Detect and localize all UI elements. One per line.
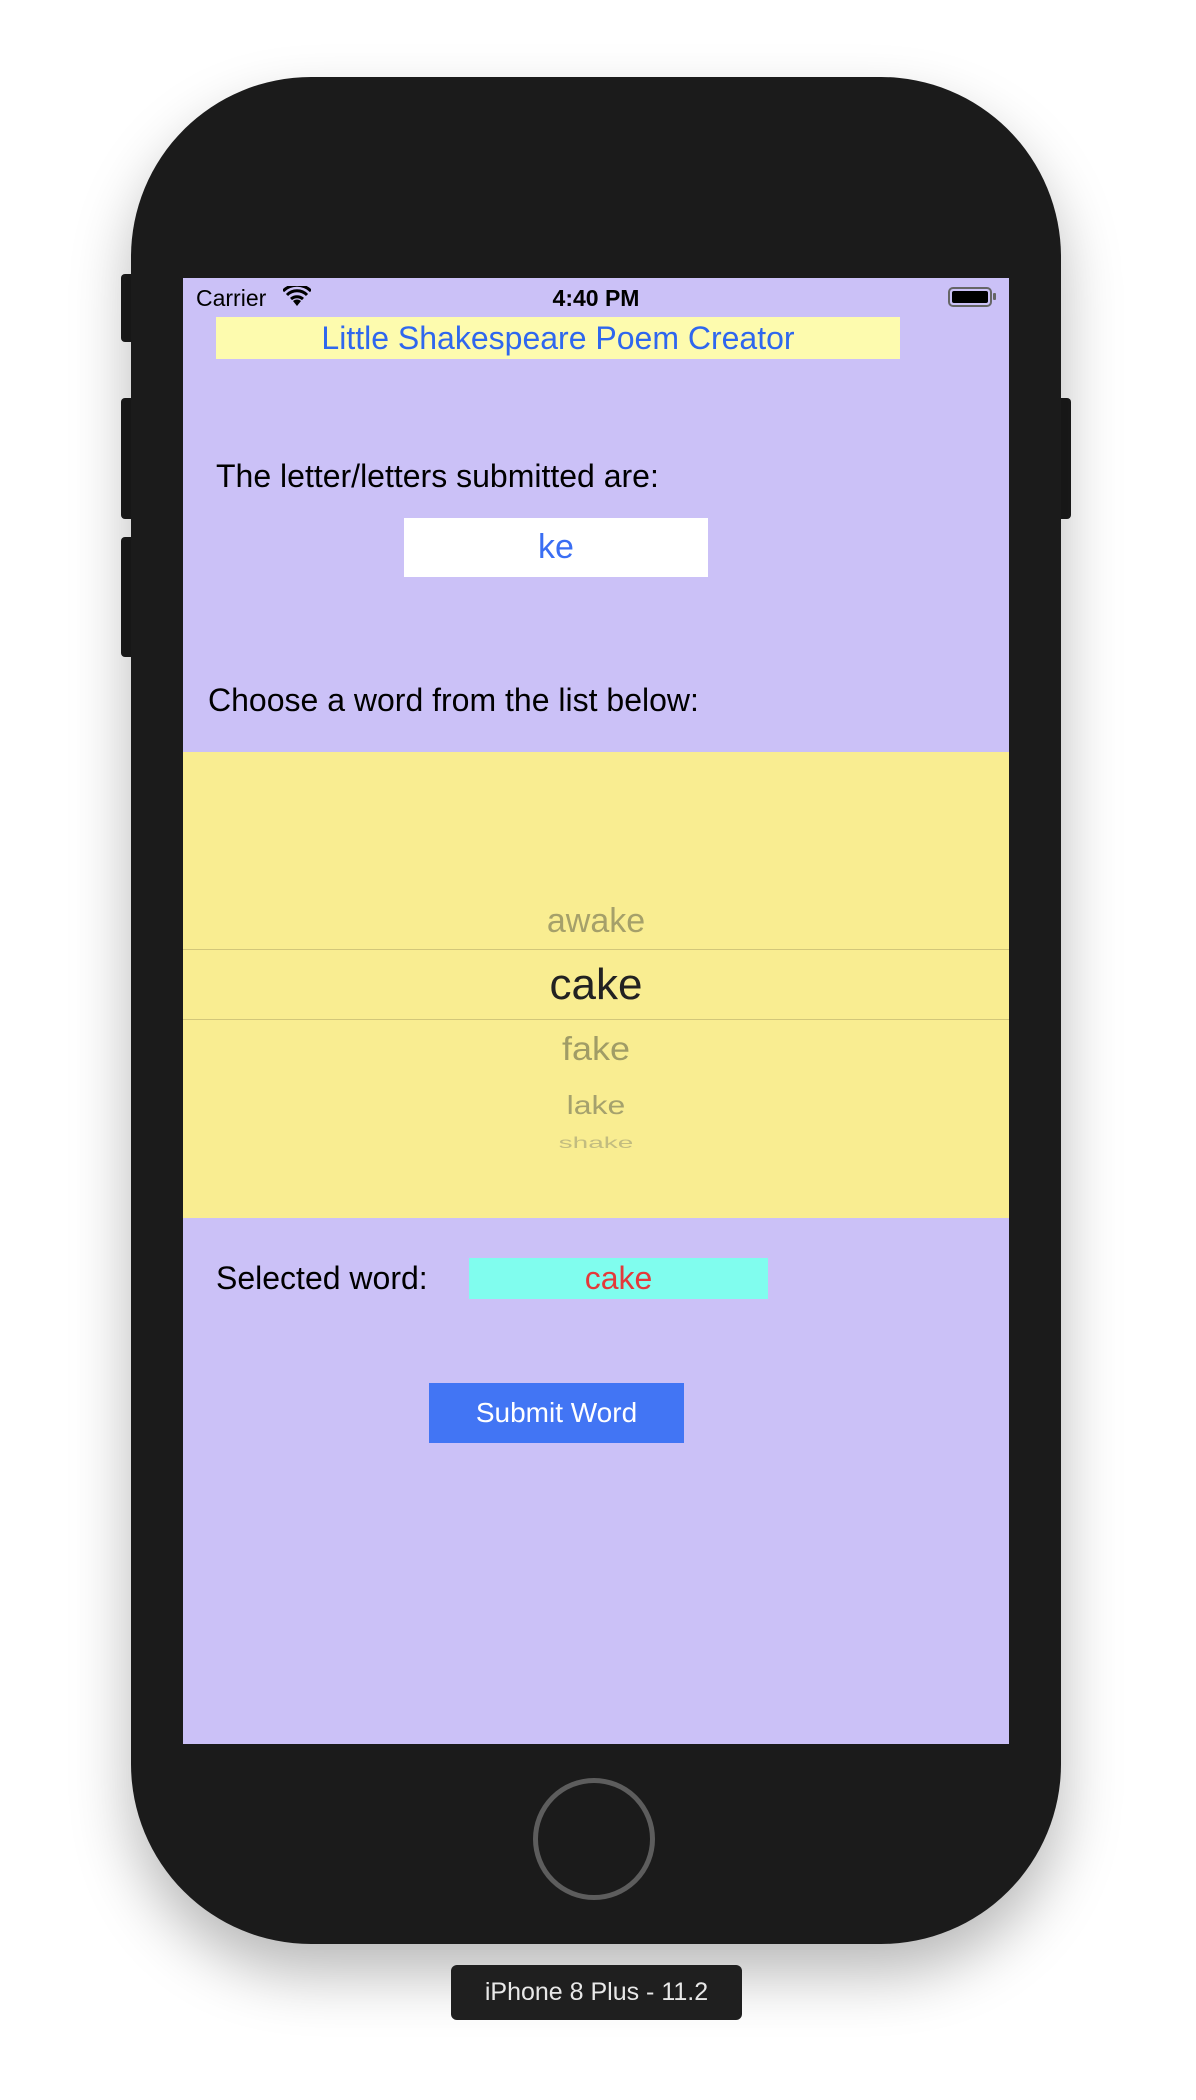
status-time: 4:40 PM bbox=[552, 285, 640, 311]
selected-word-label: Selected word: bbox=[216, 1260, 428, 1296]
picker-selection-bottom-line bbox=[183, 1019, 1009, 1020]
choose-label: Choose a word from the list below: bbox=[208, 682, 699, 718]
picker-item[interactable]: awake bbox=[183, 902, 1009, 941]
picker-item[interactable]: fake bbox=[183, 1030, 1009, 1069]
picker-selection-top-line bbox=[183, 949, 1009, 950]
picker-item[interactable]: shake bbox=[183, 1134, 1009, 1152]
letters-label: The letter/letters submitted are: bbox=[216, 458, 659, 494]
battery-icon bbox=[948, 287, 992, 307]
letters-value: ke bbox=[404, 518, 708, 577]
app-screen: Carrier 4:40 PM Little Shakespeare Poem … bbox=[183, 278, 1009, 1744]
selected-word-value: cake bbox=[469, 1258, 768, 1299]
submit-word-button[interactable]: Submit Word bbox=[429, 1383, 684, 1443]
picker-item[interactable]: lake bbox=[183, 1091, 1009, 1121]
status-bar: Carrier 4:40 PM bbox=[183, 278, 1009, 318]
picker-item-selected[interactable]: cake bbox=[183, 960, 1009, 1010]
home-button[interactable] bbox=[533, 1778, 655, 1900]
battery-tip bbox=[993, 293, 996, 300]
word-picker[interactable]: awake cake fake lake shake bbox=[183, 752, 1009, 1218]
app-title: Little Shakespeare Poem Creator bbox=[216, 317, 900, 359]
simulator-device-label: iPhone 8 Plus - 11.2 bbox=[451, 1965, 742, 2020]
